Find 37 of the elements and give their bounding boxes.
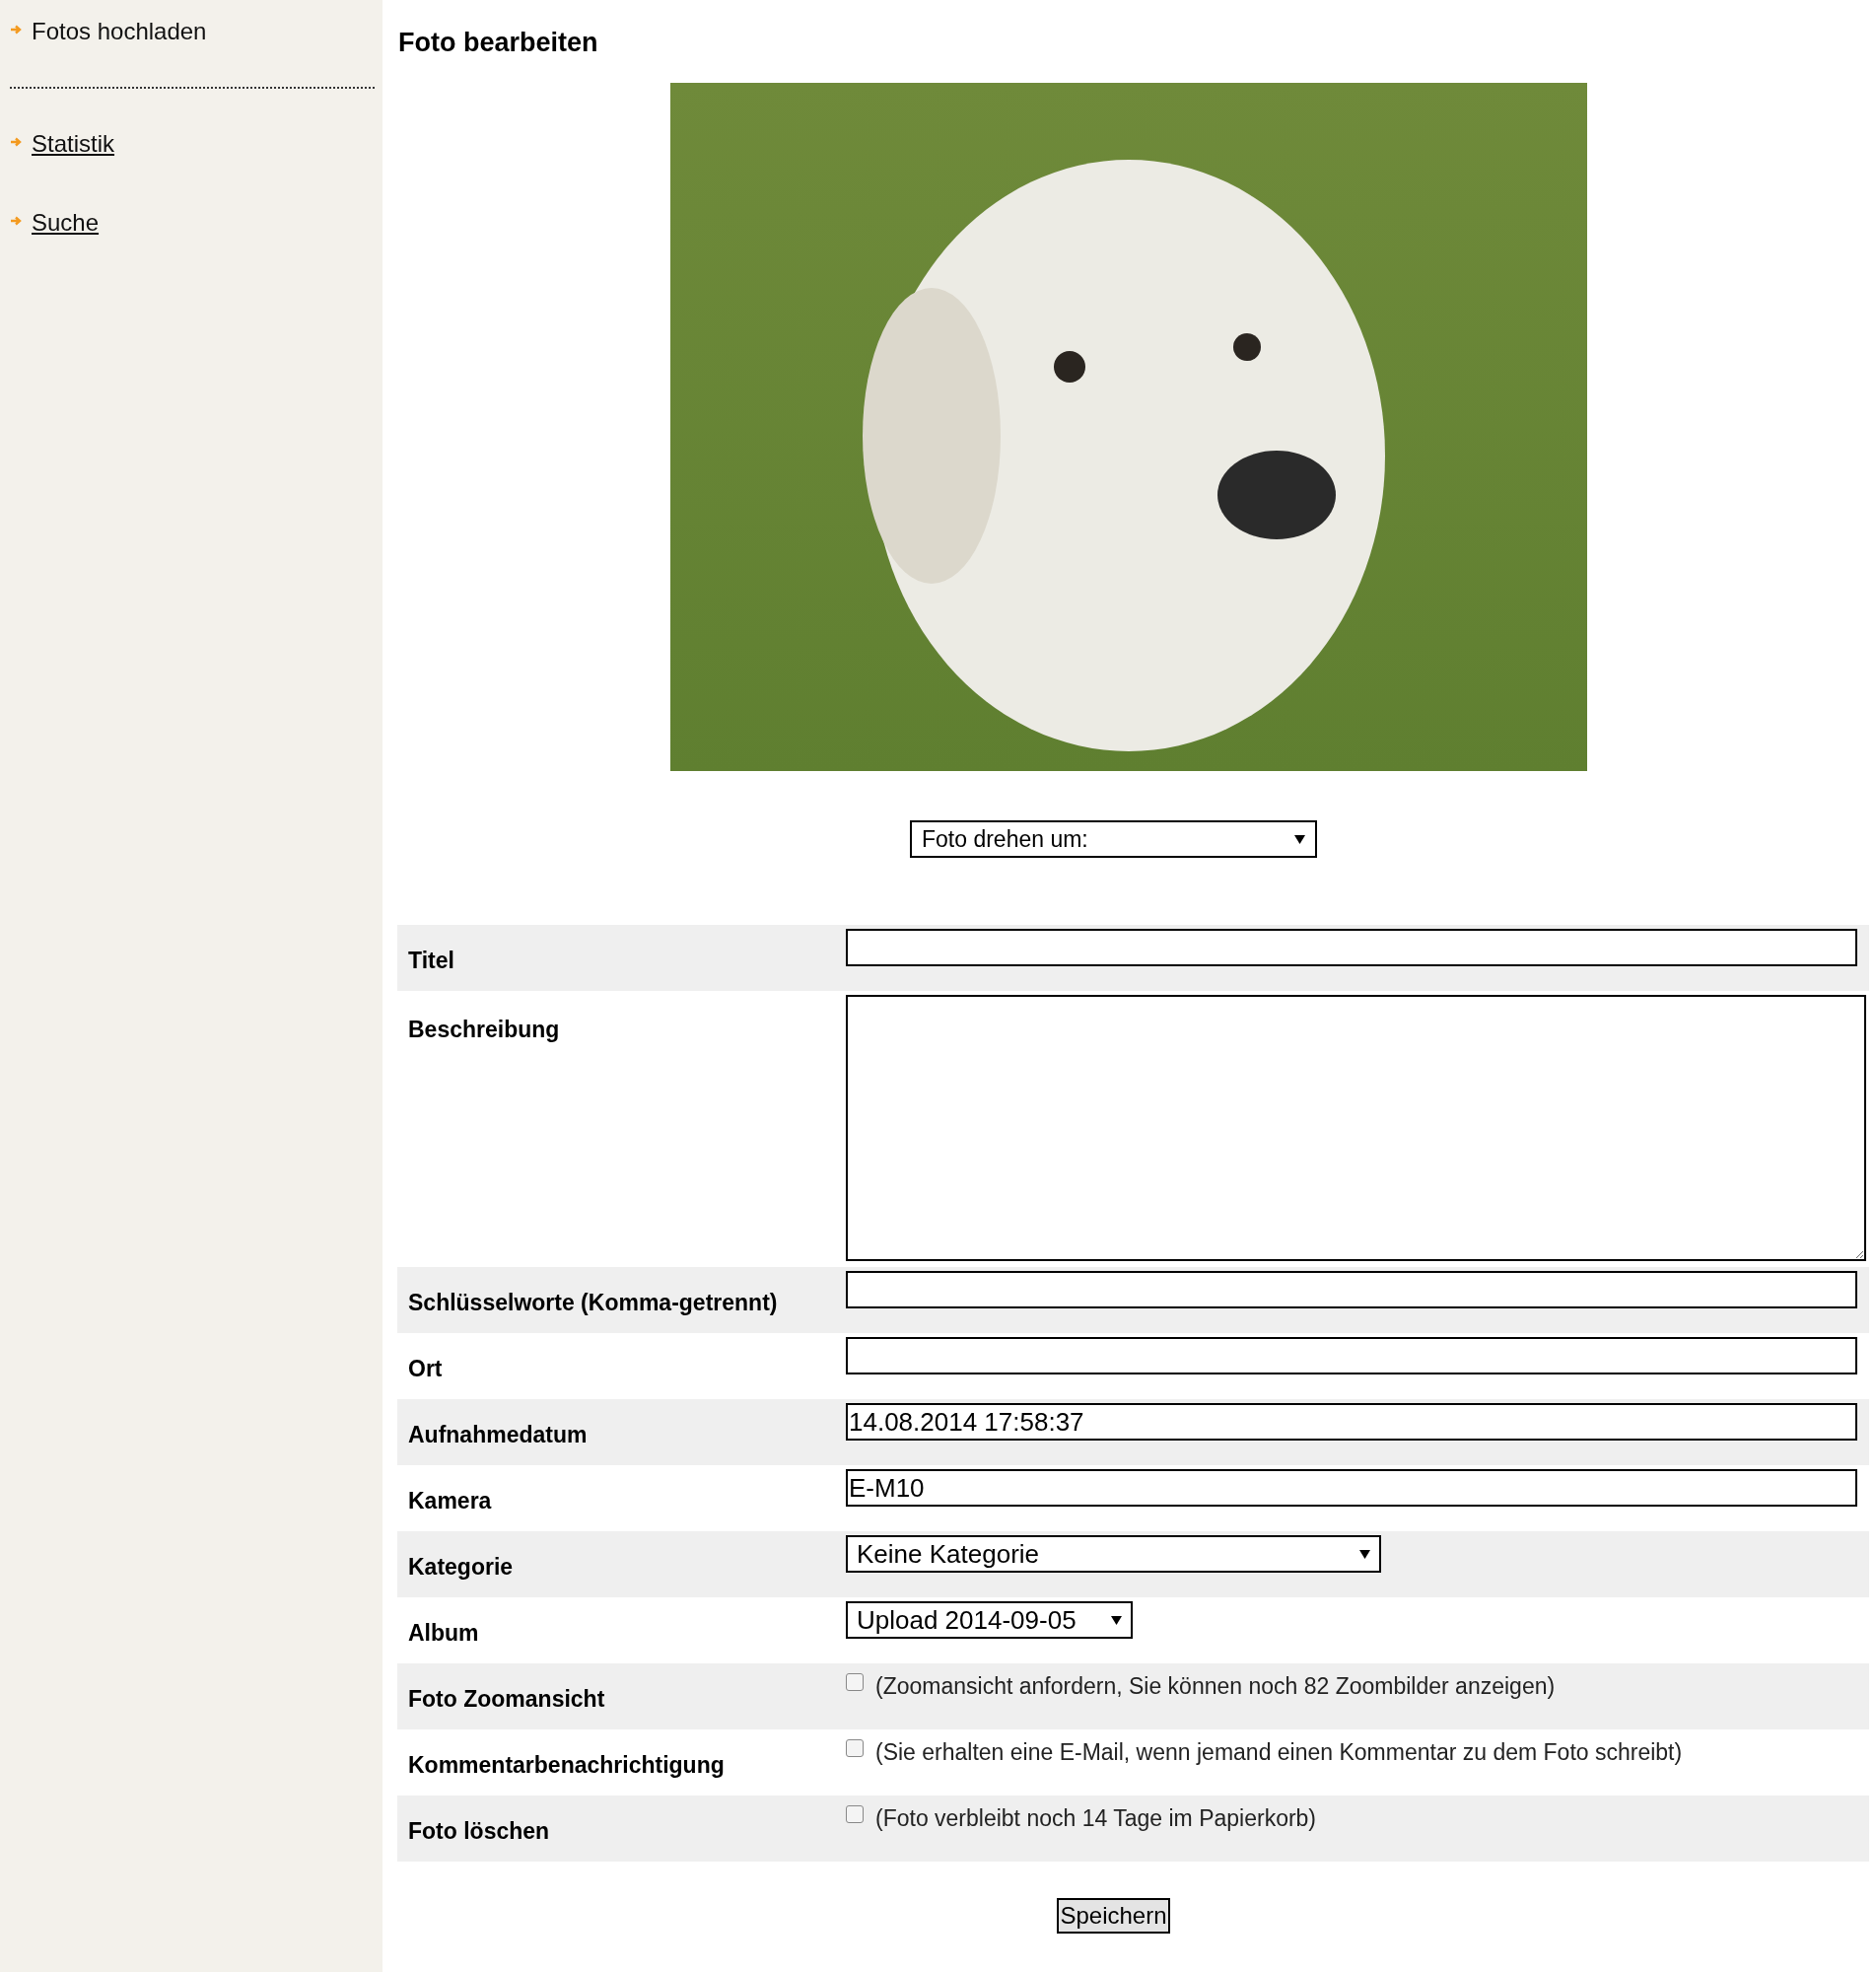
field-note: (Sie erhalten eine E-Mail, wenn jemand einen Kommentar zu dem Foto schreibt) xyxy=(875,1738,1683,1767)
sidebar-item[interactable]: Fotos hochladen xyxy=(32,14,207,49)
arrow-icon xyxy=(10,24,22,35)
page-title: Foto bearbeiten xyxy=(398,30,598,56)
checkbox[interactable] xyxy=(846,1805,864,1823)
text-field[interactable]: E-M10 xyxy=(846,1469,1857,1507)
text-field[interactable]: 14.08.2014 17:58:37 xyxy=(846,1403,1857,1441)
field-label: Titel xyxy=(408,947,454,976)
field-label: Ort xyxy=(408,1355,443,1384)
caret-icon xyxy=(1111,1614,1122,1626)
field-label: Album xyxy=(408,1619,479,1649)
select-field[interactable]: Upload 2014-09-05 xyxy=(846,1601,1133,1639)
arrow-icon xyxy=(10,136,22,148)
field-label: Foto löschen xyxy=(408,1817,550,1847)
checkbox[interactable] xyxy=(846,1739,864,1757)
text-field[interactable] xyxy=(846,929,1857,966)
field-label: Schlüsselworte (Komma-getrennt) xyxy=(408,1289,778,1318)
caret-icon xyxy=(1294,833,1305,845)
field-note: (Foto verbleibt noch 14 Tage im Papierkorb) xyxy=(875,1804,1317,1833)
caret-icon xyxy=(1359,1548,1370,1560)
rotate-select[interactable]: Foto drehen um: xyxy=(910,820,1317,858)
text-field[interactable] xyxy=(846,1271,1857,1308)
save-button[interactable]: Speichern xyxy=(1057,1898,1170,1934)
select-field[interactable]: Keine Kategorie xyxy=(846,1535,1381,1573)
text-field[interactable] xyxy=(846,1337,1857,1374)
field-label: Kamera xyxy=(408,1487,492,1516)
sidebar-link[interactable]: Suche xyxy=(32,205,100,241)
field-label: Kommentarbenachrichtigung xyxy=(408,1751,725,1781)
field-label: Aufnahmedatum xyxy=(408,1421,588,1450)
sidebar-link[interactable]: Statistik xyxy=(32,126,115,162)
field-label: Foto Zoomansicht xyxy=(408,1685,605,1715)
description-field[interactable] xyxy=(846,995,1866,1261)
field-label: Kategorie xyxy=(408,1553,514,1583)
checkbox[interactable] xyxy=(846,1673,864,1691)
field-label: Beschreibung xyxy=(408,1017,560,1042)
arrow-icon xyxy=(10,215,22,227)
field-note: (Zoomansicht anfordern, Sie können noch 82 Zoombilder anzeigen) xyxy=(875,1672,1556,1701)
